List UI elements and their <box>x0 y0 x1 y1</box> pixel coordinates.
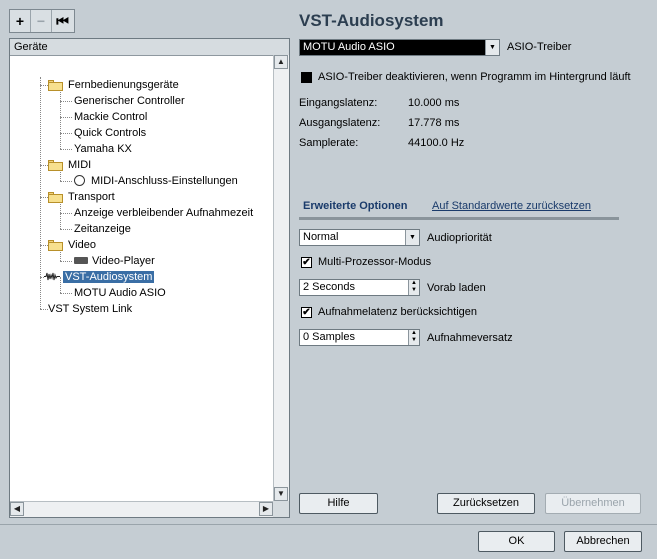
multiprocessor-checkbox[interactable]: ✔ <box>301 257 312 268</box>
reset-button[interactable]: Zurücksetzen <box>437 493 535 514</box>
tree-item-midi[interactable]: MIDI <box>48 157 91 173</box>
scroll-right-icon[interactable]: ▶ <box>259 502 273 516</box>
tree-item-zeitanzeige[interactable]: Zeitanzeige <box>74 221 131 237</box>
video-player-icon <box>74 257 88 264</box>
audio-wave-icon <box>44 270 60 286</box>
tree-item-label: Transport <box>68 191 115 203</box>
tree-item-label: Quick Controls <box>74 127 147 139</box>
record-offset-stepper[interactable]: 0 Samples ▲ ▼ <box>299 329 420 346</box>
audio-priority-value: Normal <box>303 231 339 243</box>
tree-item-yamaha-kx[interactable]: Yamaha KX <box>74 141 132 157</box>
device-tree-panel: Geräte Fernbedienungsgeräte Generischer … <box>9 38 290 518</box>
preload-label: Vorab laden <box>427 282 486 294</box>
tree-item-label: Mackie Control <box>74 111 148 123</box>
tree-item-label: Generischer Controller <box>74 95 185 107</box>
remove-button[interactable]: − <box>31 10 52 32</box>
tree-vertical-scrollbar[interactable]: ▲ ▼ <box>273 55 289 501</box>
tree-horizontal-scrollbar[interactable]: ◀ ▶ <box>10 501 273 517</box>
deactivate-driver-checkbox[interactable] <box>301 72 312 83</box>
chevron-down-icon: ▼ <box>485 40 499 55</box>
reset-defaults-link[interactable]: Auf Standardwerte zurücksetzen <box>432 200 591 212</box>
record-offset-value: 0 Samples <box>303 331 355 343</box>
tree-item-transport[interactable]: Transport <box>48 189 115 205</box>
output-latency-label: Ausgangslatenz: <box>299 117 381 129</box>
tree-item-label: MIDI <box>68 159 92 171</box>
tree-item-aufnahmezeit[interactable]: Anzeige verbleibender Aufnahmezeit <box>74 205 253 221</box>
tree-item-quick-controls[interactable]: Quick Controls <box>74 125 146 141</box>
asio-driver-select[interactable]: MOTU Audio ASIO ▼ <box>299 39 500 56</box>
tree-item-generischer-controller[interactable]: Generischer Controller <box>74 93 185 109</box>
tree-item-label: Video-Player <box>92 255 155 267</box>
scroll-up-icon[interactable]: ▲ <box>274 55 288 69</box>
tree-item-video-player[interactable]: Video-Player <box>74 253 155 269</box>
tree-item-mackie-control[interactable]: Mackie Control <box>74 109 147 125</box>
tree-item-label: MIDI-Anschluss-Einstellungen <box>91 175 238 187</box>
samplerate-value: 44100.0 Hz <box>408 137 465 149</box>
preload-value: 2 Seconds <box>303 281 355 293</box>
tree-item-video[interactable]: Video <box>48 237 96 253</box>
tab-separator <box>299 217 619 220</box>
tree-item-label: Zeitanzeige <box>74 223 131 235</box>
input-latency-label: Eingangslatenz: <box>299 97 378 109</box>
tree-header: Geräte <box>10 39 289 56</box>
device-tree: Fernbedienungsgeräte Generischer Control… <box>10 55 273 501</box>
scroll-down-icon[interactable]: ▼ <box>274 487 288 501</box>
folder-icon <box>48 240 63 251</box>
asio-driver-label: ASIO-Treiber <box>507 41 572 53</box>
tree-item-fernbedienungsgeraete[interactable]: Fernbedienungsgeräte <box>48 77 179 93</box>
scroll-left-icon[interactable]: ◀ <box>10 502 24 516</box>
scroll-corner <box>273 501 289 517</box>
tree-item-label: Yamaha KX <box>74 143 132 155</box>
tree-item-label: Anzeige verbleibender Aufnahmezeit <box>74 207 254 219</box>
tree-item-label: Fernbedienungsgeräte <box>68 79 179 91</box>
preload-stepper[interactable]: 2 Seconds ▲ ▼ <box>299 279 420 296</box>
tree-item-label: MOTU Audio ASIO <box>74 287 166 299</box>
audio-priority-label: Audiopriorität <box>427 232 492 244</box>
tree-item-label: VST System Link <box>48 303 133 315</box>
tree-toolbar: + − ⏮ <box>9 9 75 33</box>
deactivate-driver-label: ASIO-Treiber deaktivieren, wenn Programm… <box>318 71 631 83</box>
folder-icon <box>48 160 63 171</box>
spin-arrows-icon[interactable]: ▲ ▼ <box>408 280 419 295</box>
apply-button[interactable]: Übernehmen <box>545 493 641 514</box>
folder-icon <box>48 192 63 203</box>
output-latency-value: 17.778 ms <box>408 117 460 129</box>
tree-item-vst-system-link[interactable]: VST System Link <box>48 301 132 317</box>
spin-arrows-icon[interactable]: ▲ ▼ <box>408 330 419 345</box>
audio-priority-select[interactable]: Normal ▼ <box>299 229 420 246</box>
tree-item-vst-audiosystem[interactable]: VST-Audiosystem <box>44 269 155 286</box>
page-title: VST-Audiosystem <box>299 11 444 30</box>
midi-port-icon <box>74 175 85 186</box>
add-button[interactable]: + <box>10 10 31 32</box>
asio-driver-value: MOTU Audio ASIO <box>303 41 395 53</box>
multiprocessor-label: Multi-Prozessor-Modus <box>318 256 432 268</box>
tree-item-label: Video <box>68 239 96 251</box>
record-latency-label: Aufnahmelatenz berücksichtigen <box>318 306 477 318</box>
tree-item-midi-anschluss[interactable]: MIDI-Anschluss-Einstellungen <box>74 173 238 189</box>
cancel-button[interactable]: Abbrechen <box>564 531 642 552</box>
reset-device-button[interactable]: ⏮ <box>52 10 73 32</box>
record-offset-label: Aufnahmeversatz <box>427 332 513 344</box>
record-latency-checkbox[interactable]: ✔ <box>301 307 312 318</box>
chevron-down-icon: ▼ <box>405 230 419 245</box>
tree-item-motu-audio-asio[interactable]: MOTU Audio ASIO <box>74 285 166 301</box>
folder-icon <box>48 80 63 91</box>
tab-erweiterte-optionen[interactable]: Erweiterte Optionen <box>303 200 408 212</box>
footer-divider <box>0 524 657 525</box>
input-latency-value: 10.000 ms <box>408 97 460 109</box>
help-button[interactable]: Hilfe <box>299 493 378 514</box>
ok-button[interactable]: OK <box>478 531 555 552</box>
tree-item-label: VST-Audiosystem <box>63 271 155 283</box>
samplerate-label: Samplerate: <box>299 137 359 149</box>
